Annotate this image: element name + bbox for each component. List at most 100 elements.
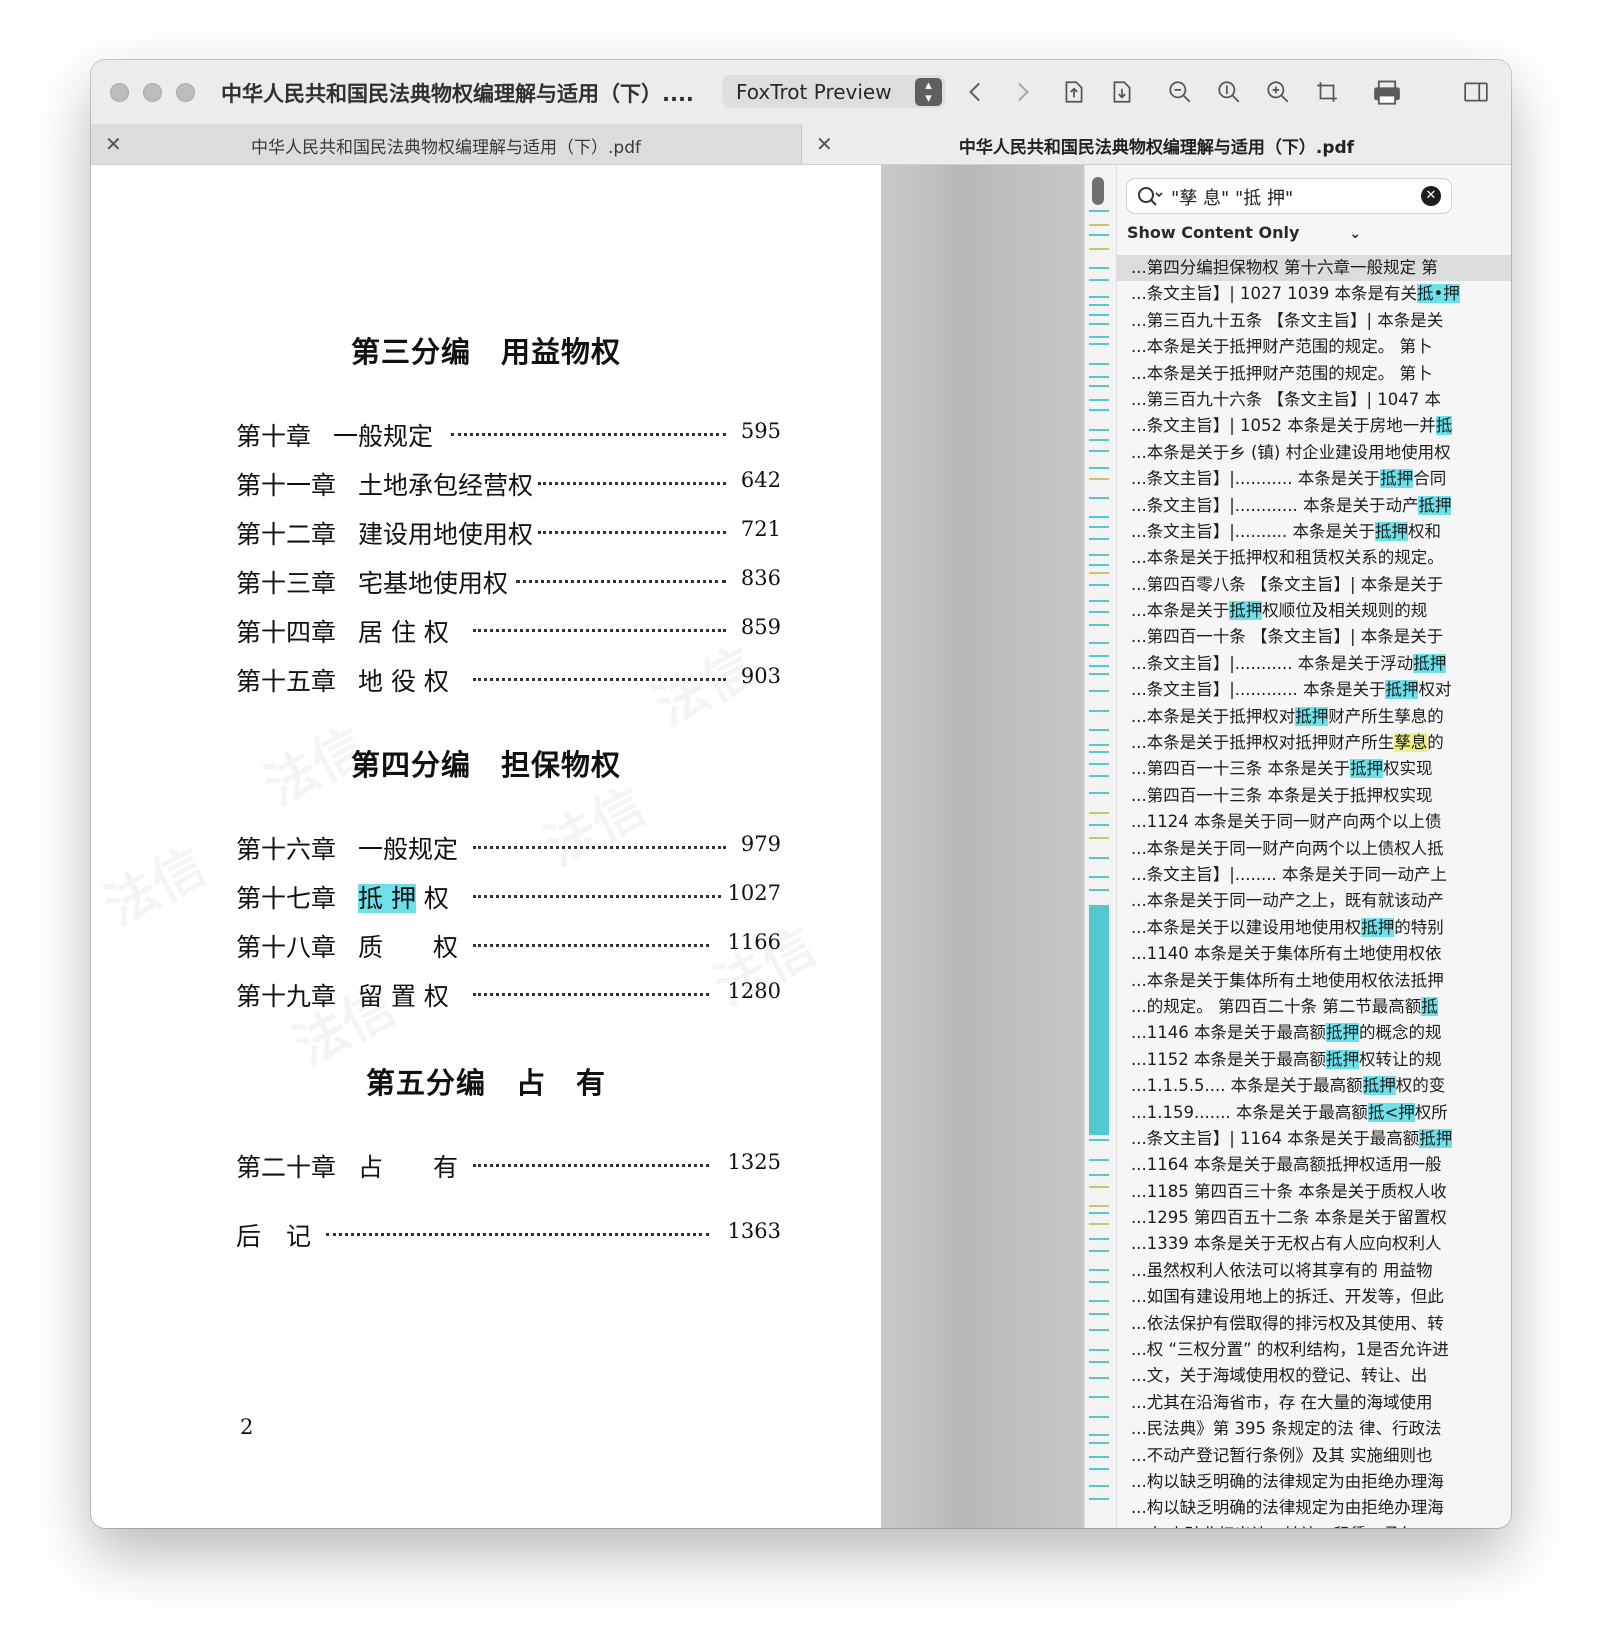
content-filter-dropdown[interactable]: Show Content Only ⌄ [1127,223,1361,242]
toc-row[interactable]: 第十九章 留 置 权 1280 [236,977,781,1017]
result-text: ...1140 本条是关于集体所有土地使用权依 [1131,944,1442,964]
zoom-window-button[interactable] [176,83,195,102]
toc-row[interactable]: 第十二章 建设用地使用权 721 [236,515,781,555]
search-result-item[interactable]: ...本条是关于同一动产之上，既有就该动产 [1117,888,1511,914]
search-result-item[interactable]: ...条文主旨】| 1164 本条是关于最高额抵押 [1117,1126,1511,1152]
sidebar-toggle-button[interactable] [1461,77,1491,107]
search-input[interactable] [1169,183,1413,211]
search-result-item[interactable]: ...中对 矿业权出让、转让、租赁、承包、 [1117,1522,1511,1528]
search-result-item[interactable]: ...条文主旨】| 1052 本条是关于房地一并抵 [1117,413,1511,439]
search-result-item[interactable]: ...1146 本条是关于最高额抵押的概念的规 [1117,1020,1511,1046]
download-doc-icon [1113,81,1131,103]
toc-row[interactable]: 第十六章 一般规定 979 [236,830,781,870]
actual-size-button[interactable] [1214,77,1244,107]
toc-row[interactable]: 第十章 一般规定 595 [236,417,781,457]
toc-row[interactable]: 第十五章 地 役 权 903 [236,662,781,702]
search-result-item[interactable]: ...第三百九十五条 【条文主旨】| 本条是关 [1117,308,1511,334]
search-result-item[interactable]: ...本条是关于以建设用地使用权抵押的特别 [1117,915,1511,941]
toc-row[interactable]: 后 记 1363 [236,1217,781,1257]
search-result-item[interactable]: ...第四百一十三条 本条是关于抵押权实现 [1117,783,1511,809]
search-result-item[interactable]: ...1.1.5.5.... 本条是关于最高额抵押权的变 [1117,1073,1511,1099]
toc-row[interactable]: 第二十章 占 有 1325 [236,1148,781,1188]
toc-row[interactable]: 第十一章 土地承包经营权 642 [236,466,781,506]
search-result-item[interactable]: ...条文主旨】|........ 本条是关于同一动产上 [1117,862,1511,888]
back-button[interactable] [961,77,991,107]
tab-left-document[interactable]: ✕ 中华人民共和国民法典物权编理解与适用（下）.pdf [91,124,802,164]
toc-page: 642 [740,468,781,492]
search-result-item[interactable]: ...本条是关于乡 (镇) 村企业建设用地使用权 [1117,440,1511,466]
search-result-item[interactable]: ...本条是关于抵押财产范围的规定。 第卜 [1117,361,1511,387]
search-result-item[interactable]: ...1185 第四百三十条 本条是关于质权人收 [1117,1179,1511,1205]
toc-title: 建设用地使用权 [358,520,534,549]
search-result-item[interactable]: ...本条是关于抵押权对抵押财产所生孳息的 [1117,730,1511,756]
search-result-item[interactable]: ...依法保护有偿取得的排污权及其使用、转 [1117,1311,1511,1337]
export-button[interactable] [1059,77,1089,107]
search-result-item[interactable]: ...本条是关于抵押权顺位及相关规则的规 [1117,598,1511,624]
match-highlight: 抵押 [1229,601,1263,621]
search-field[interactable]: ✕ [1127,179,1451,213]
forward-button[interactable] [1007,77,1037,107]
toc-chapter: 后 记 [236,1222,312,1251]
scroll-thumb[interactable] [1092,177,1104,205]
search-result-item[interactable]: ...虽然权利人依法可以将其享有的 用益物 [1117,1258,1511,1284]
app-selector[interactable]: FoxTrot Preview ▴ ▾ [723,75,945,108]
result-text: 权的变 [1395,1076,1446,1096]
zoom-out-button[interactable] [1165,77,1195,107]
tab-right-document[interactable]: ✕ 中华人民共和国民法典物权编理解与适用（下）.pdf [802,124,1511,164]
search-result-item[interactable]: ...的规定。 第四百二十条 第二节最高额抵 [1117,994,1511,1020]
search-result-item[interactable]: ...民法典》第 395 条规定的法 律、行政法 [1117,1416,1511,1442]
search-result-scrollbar[interactable] [1084,165,1117,1528]
toc-row[interactable]: 第十八章 质 权 1166 [236,928,781,968]
minimize-window-button[interactable] [143,83,162,102]
search-result-item[interactable]: ...本条是关于同一财产向两个以上债权人抵 [1117,836,1511,862]
search-result-item[interactable]: ...本条是关于抵押权和租赁权关系的规定。 [1117,545,1511,571]
pdf-page-view[interactable]: 法信 法信 法信 法信 法信 法信 第三分编 用益物权 第十章 一般规定 595… [91,165,881,1528]
close-window-button[interactable] [110,83,129,102]
leader-dots [538,531,726,534]
search-result-item[interactable]: ...权 “三权分置” 的权利结构，1是否允许进 [1117,1337,1511,1363]
search-result-item[interactable]: ...条文主旨】|........... 本条是关于抵押合同 [1117,466,1511,492]
zoom-in-button[interactable] [1263,77,1293,107]
search-result-item[interactable]: ...条文主旨】|............ 本条是关于抵押权对 [1117,677,1511,703]
toc-row[interactable]: 第十七章 抵 押 权 1027 [236,879,781,919]
search-result-item[interactable]: ...第三百九十六条 【条文主旨】| 1047 本 [1117,387,1511,413]
search-result-item[interactable]: ...文，关于海域使用权的登记、转让、出 [1117,1363,1511,1389]
crop-button[interactable] [1312,77,1342,107]
adjacent-page-view[interactable] [881,165,1084,1528]
search-result-item[interactable]: ...条文主旨】| 1027 1039 本条是有关抵•押 [1117,281,1511,307]
search-result-item[interactable]: ...1295 第四百五十二条 本条是关于留置权 [1117,1205,1511,1231]
search-result-item[interactable]: ...1140 本条是关于集体所有土地使用权依 [1117,941,1511,967]
search-result-item[interactable]: ...第四百零八条 【条文主旨】| 本条是关于 [1117,572,1511,598]
scroll-match-marker [1089,744,1109,746]
search-result-item[interactable]: ...不动产登记暂行条例》及其 实施细则也 [1117,1443,1511,1469]
search-result-item[interactable]: ...条文主旨】|............ 本条是关于动产抵押 [1117,493,1511,519]
search-result-item[interactable]: ...本条是关于抵押财产范围的规定。 第卜 [1117,334,1511,360]
search-result-item[interactable]: ...本条是关于抵押权对抵押财产所生孳息的 [1117,704,1511,730]
search-result-item[interactable]: ...1339 本条是关于无权占有人应向权利人 [1117,1231,1511,1257]
toc-row[interactable]: 第十四章 居 住 权 859 [236,613,781,653]
search-result-item[interactable]: ...条文主旨】|.......... 本条是关于抵押权和 [1117,519,1511,545]
search-result-item[interactable]: ...1124 本条是关于同一财产向两个以上债 [1117,809,1511,835]
search-result-item[interactable]: ...1164 本条是关于最高额抵押权适用一般 [1117,1152,1511,1178]
search-result-item[interactable]: ...如国有建设用地上的拆迁、开发等，但此 [1117,1284,1511,1310]
search-result-item[interactable]: ...条文主旨】|........... 本条是关于浮动抵押 [1117,651,1511,677]
clear-search-icon[interactable]: ✕ [1421,186,1441,206]
search-result-item[interactable]: ...第四分编担保物权 第十六章一般规定 第 [1117,255,1511,282]
toc-page: 859 [740,615,781,639]
scroll-match-marker [1089,1396,1109,1398]
search-result-item[interactable]: ...第四百一十条 【条文主旨】| 本条是关于 [1117,624,1511,650]
search-result-item[interactable]: ...构以缺乏明确的法律规定为由拒绝办理海 [1117,1495,1511,1521]
toc-title: 占 有 [358,1153,459,1182]
search-result-item[interactable]: ...本条是关于集体所有土地使用权依法抵押 [1117,968,1511,994]
search-result-item[interactable]: ...第四百一十三条 本条是关于抵押权实现 [1117,756,1511,782]
match-highlight: 抵<押 [1367,1102,1415,1122]
search-result-item[interactable]: ...1152 本条是关于最高额抵押权转让的规 [1117,1047,1511,1073]
toc-row[interactable]: 第十三章 宅基地使用权 836 [236,564,781,604]
search-result-item[interactable]: ...1.159....... 本条是关于最高额抵<押权所 [1117,1100,1511,1126]
import-button[interactable] [1107,77,1137,107]
scroll-match-marker [1089,1329,1109,1331]
search-result-item[interactable]: ...构以缺乏明确的法律规定为由拒绝办理海 [1117,1469,1511,1495]
match-highlight: 抵押 [1295,706,1329,726]
print-button[interactable] [1367,77,1407,107]
search-result-item[interactable]: ...尤其在沿海省市，存 在大量的海域使用 [1117,1390,1511,1416]
